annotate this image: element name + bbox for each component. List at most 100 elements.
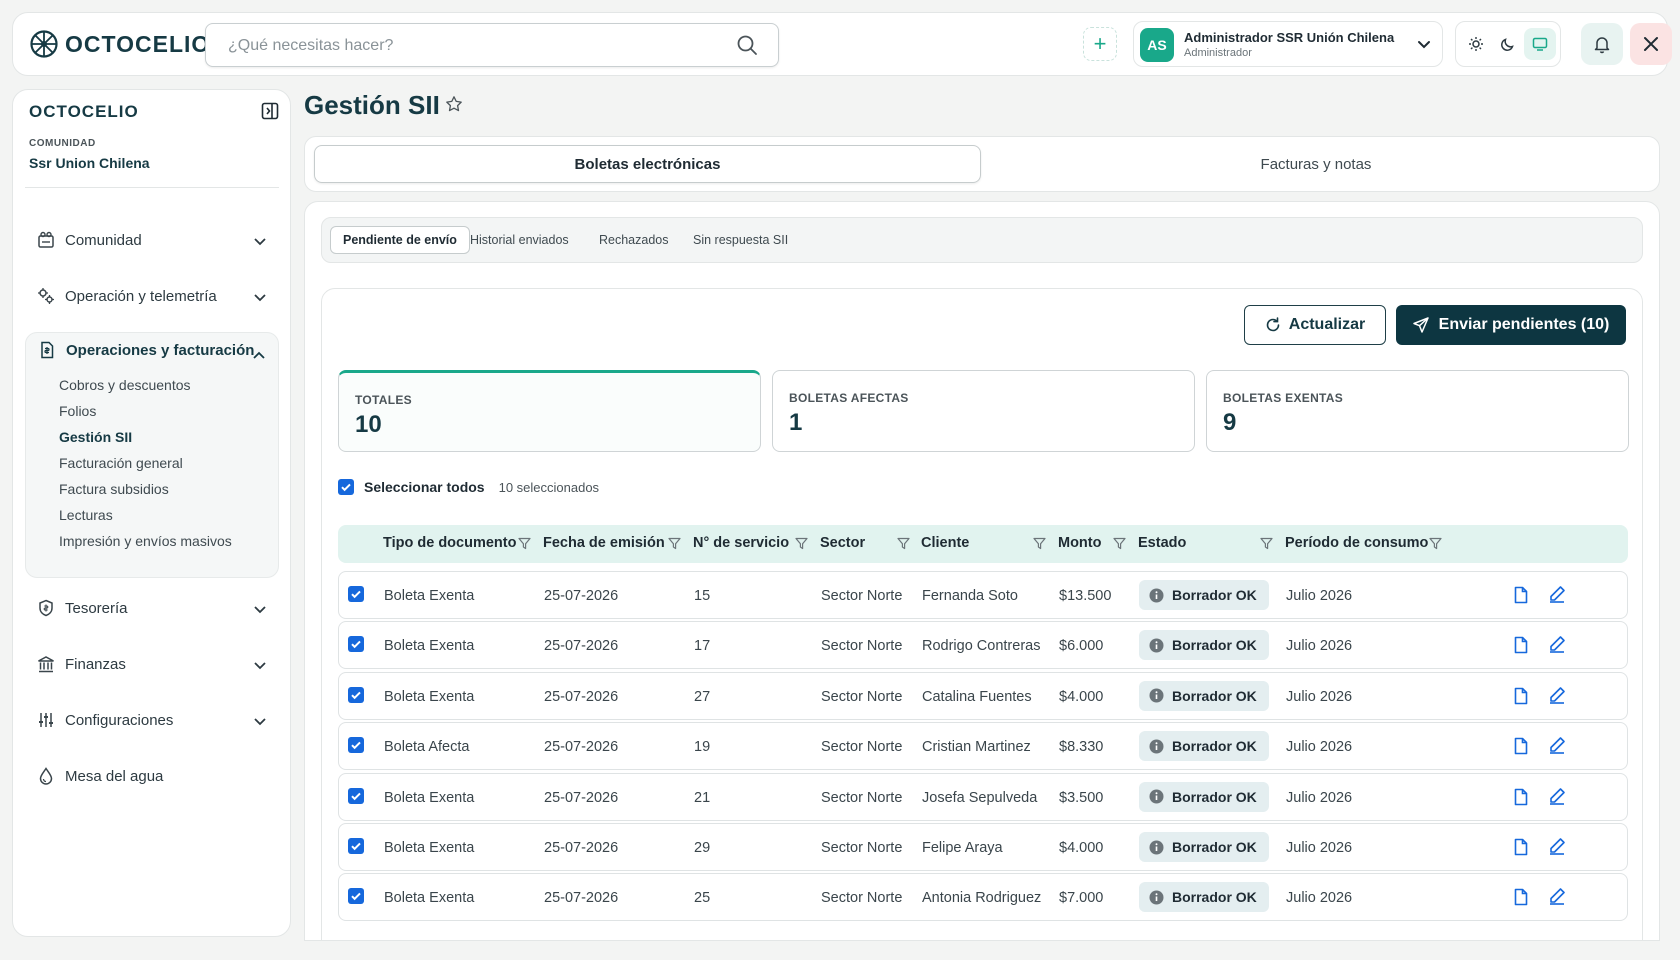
table-cell: Sector Norte — [821, 638, 903, 655]
stat-card-boletas-exentas[interactable]: BOLETAS EXENTAS 9 — [1206, 370, 1629, 452]
table-row[interactable]: Boleta Exenta 25-07-2026 27 Sector Norte Cat… — [338, 671, 1628, 720]
search-icon[interactable] — [736, 34, 758, 56]
tab-sin-respuesta-sii[interactable]: Sin respuesta SII — [681, 226, 800, 254]
monitor-icon[interactable] — [1524, 28, 1556, 60]
select-all: Seleccionar todos 10 seleccionados — [338, 479, 599, 495]
edit-icon[interactable] — [1548, 787, 1566, 805]
document-icon[interactable] — [1513, 838, 1529, 856]
column-header[interactable]: Sector — [820, 535, 865, 551]
filter-icon[interactable] — [1260, 537, 1273, 550]
sidebar-item-tesoreria[interactable]: Tesorería — [25, 586, 279, 630]
sidebar-item-comunidad[interactable]: Comunidad — [25, 218, 279, 262]
row-checkbox[interactable] — [348, 838, 364, 854]
send-pending-label: Enviar pendientes (10) — [1438, 316, 1610, 333]
close-button[interactable] — [1630, 23, 1672, 65]
sidebar-item-mesa-del-agua[interactable]: Mesa del agua — [25, 754, 279, 798]
info-icon — [1149, 588, 1164, 603]
sidebar-subitem-factura-subsidios[interactable]: Factura subsidios — [59, 481, 169, 497]
filter-icon[interactable] — [1429, 537, 1442, 550]
filter-icon[interactable] — [795, 537, 808, 550]
edit-icon[interactable] — [1548, 837, 1566, 855]
column-header[interactable]: Monto — [1058, 535, 1101, 551]
edit-icon[interactable] — [1548, 887, 1566, 906]
table-cell: Boleta Exenta — [384, 688, 475, 705]
user-menu[interactable]: AS Administrador SSR Unión Chilena Admin… — [1133, 21, 1443, 67]
tab-historial-enviados[interactable]: Historial enviados — [458, 226, 581, 254]
tab-boletas-electronicas[interactable]: Boletas electrónicas — [314, 145, 981, 183]
brand-logo[interactable]: OCTOCELIO — [29, 29, 210, 59]
table-cell: 25-07-2026 — [544, 739, 619, 756]
pending-content: Actualizar Enviar pendientes (10) TOTALE… — [321, 288, 1643, 940]
update-button[interactable]: Actualizar — [1244, 305, 1386, 345]
column-header[interactable]: Período de consumo — [1285, 535, 1428, 551]
stat-value: 10 — [355, 411, 382, 438]
document-icon[interactable] — [1513, 788, 1529, 806]
chevron-up-icon[interactable] — [252, 349, 266, 363]
sidebar-subitem-cobros[interactable]: Cobros y descuentos — [59, 377, 191, 393]
notifications-button[interactable] — [1581, 23, 1623, 65]
row-checkbox[interactable] — [348, 787, 364, 804]
sidebar-item-operaciones-facturacion[interactable]: Operaciones y facturación — [38, 341, 254, 359]
filter-icon[interactable] — [518, 537, 531, 550]
tab-facturas-notas[interactable]: Facturas y notas — [981, 145, 1651, 183]
select-all-label[interactable]: Seleccionar todos — [364, 479, 485, 495]
filter-icon[interactable] — [1033, 537, 1046, 550]
table-row[interactable]: Boleta Exenta 25-07-2026 29 Sector Norte Fel… — [338, 823, 1628, 871]
sidebar-item-finanzas[interactable]: Finanzas — [25, 642, 279, 686]
tab-rechazados[interactable]: Rechazados — [587, 226, 681, 254]
sidebar-subitem-facturacion-general[interactable]: Facturación general — [59, 455, 183, 471]
column-header[interactable]: Tipo de documento — [383, 535, 516, 551]
row-checkbox[interactable] — [348, 686, 364, 703]
table-row[interactable]: Boleta Exenta 25-07-2026 25 Sector Norte Ant… — [338, 873, 1628, 922]
row-checkbox[interactable] — [348, 636, 364, 653]
stat-card-boletas-afectas[interactable]: BOLETAS AFECTAS 1 — [772, 370, 1195, 452]
edit-icon[interactable] — [1548, 686, 1566, 704]
collapse-sidebar-icon[interactable] — [261, 102, 279, 120]
sidebar-subitem-gestion-sii[interactable]: Gestión SII — [59, 429, 132, 445]
row-checkbox[interactable] — [348, 737, 364, 754]
sidebar-item-configuraciones[interactable]: Configuraciones — [25, 698, 279, 742]
document-icon[interactable] — [1513, 586, 1529, 604]
table-cell: 29 — [694, 840, 711, 856]
moon-icon[interactable] — [1492, 28, 1524, 60]
document-icon[interactable] — [1513, 888, 1529, 906]
document-icon[interactable] — [1513, 636, 1529, 654]
table-row[interactable]: Boleta Exenta 25-07-2026 21 Sector Norte Jos… — [338, 772, 1628, 821]
sidebar-item-operacion-telemetria[interactable]: Operación y telemetría — [25, 274, 279, 318]
table-row[interactable]: Boleta Exenta 25-07-2026 15 Sector Norte Fer… — [338, 571, 1628, 619]
filter-icon[interactable] — [668, 537, 681, 550]
column-header[interactable]: Fecha de emisión — [543, 535, 665, 551]
sun-icon[interactable] — [1460, 28, 1492, 60]
column-header[interactable]: Cliente — [921, 535, 969, 551]
document-icon[interactable] — [1513, 687, 1529, 705]
column-header[interactable]: N° de servicio — [693, 535, 789, 551]
filter-icon[interactable] — [897, 537, 910, 550]
row-checkbox[interactable] — [348, 888, 364, 905]
row-checkbox[interactable] — [348, 586, 364, 602]
chevron-down-icon[interactable] — [1416, 36, 1432, 52]
table-cell: Sector Norte — [821, 688, 903, 705]
document-icon[interactable] — [1513, 737, 1529, 755]
sidebar-subitem-impresion-envios[interactable]: Impresión y envíos masivos — [59, 533, 232, 549]
search-input[interactable]: ¿Qué necesitas hacer? — [205, 23, 779, 67]
table-cell: 19 — [694, 739, 711, 756]
table-row[interactable]: Boleta Exenta 25-07-2026 17 Sector Norte Rod… — [338, 621, 1628, 670]
table-header: Tipo de documento Fecha de emisión N° de s… — [338, 525, 1628, 563]
sidebar-subitem-folios[interactable]: Folios — [59, 403, 96, 419]
table-row[interactable]: Boleta Afecta 25-07-2026 19 Sector Norte Cri… — [338, 722, 1628, 771]
add-button[interactable]: + — [1083, 27, 1117, 61]
edit-icon[interactable] — [1548, 585, 1566, 603]
chevron-down-icon — [253, 602, 267, 616]
edit-icon[interactable] — [1548, 635, 1566, 654]
send-pending-button[interactable]: Enviar pendientes (10) — [1396, 305, 1626, 345]
sidebar-subitem-lecturas[interactable]: Lecturas — [59, 507, 113, 523]
filter-icon[interactable] — [1113, 537, 1126, 550]
tab-pendiente-envio[interactable]: Pendiente de envío — [330, 226, 470, 254]
star-icon[interactable] — [445, 95, 463, 113]
info-icon — [1149, 840, 1164, 855]
chevron-down-icon — [253, 290, 267, 304]
edit-icon[interactable] — [1548, 736, 1566, 754]
stat-card-totales[interactable]: TOTALES 10 — [338, 370, 761, 452]
column-header[interactable]: Estado — [1138, 535, 1186, 551]
select-all-checkbox[interactable] — [338, 479, 354, 495]
